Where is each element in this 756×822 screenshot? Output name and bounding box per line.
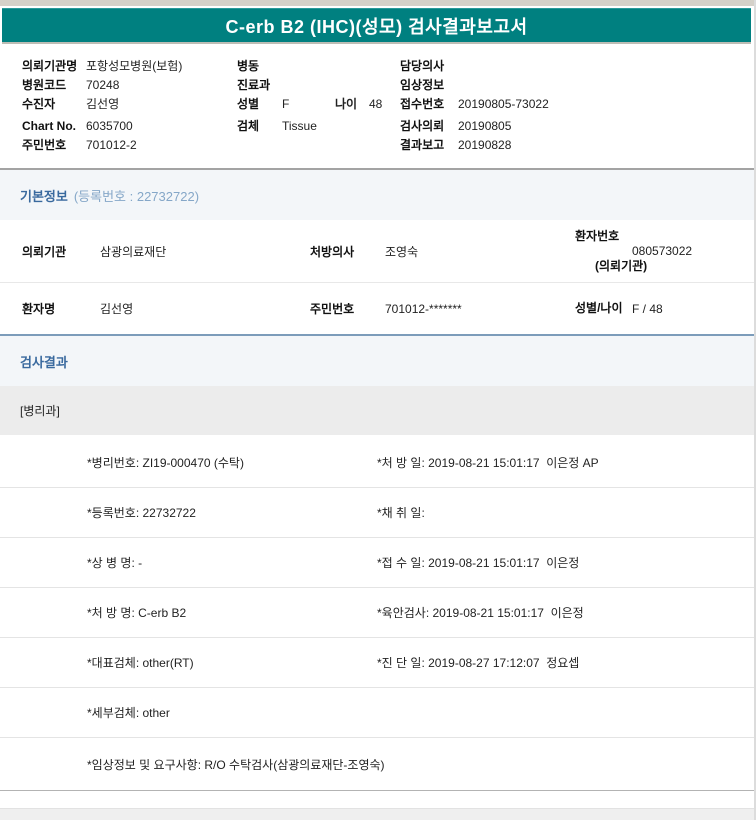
result-right: *육안검사: 2019-08-21 15:01:17 이은정 <box>377 606 584 620</box>
cell-patient-name: 환자명 김선영 <box>22 300 310 317</box>
basic-info-row-2: 환자명 김선영 주민번호 701012-******* 성별/나이 F / 48 <box>0 282 754 334</box>
header-info-column-2: 병동 진료과 성별 F 나이 48 검체 Tissue <box>237 56 400 154</box>
cell-value: 삼광의료재단 <box>100 244 167 259</box>
result-row-registration-no: *등록번호: 22732722 *채 취 일: <box>0 488 754 538</box>
bottom-spacer <box>0 791 754 808</box>
field-label: 주민번호 <box>22 138 67 152</box>
window-top-strip <box>0 0 754 8</box>
result-left: *상 병 명: - <box>87 556 143 570</box>
cell-value: F / 48 <box>632 301 663 316</box>
result-row-representative-specimen: *대표검체: other(RT) *진 단 일: 2019-08-27 17:1… <box>0 638 754 688</box>
cell-value: 조영숙 <box>385 244 419 259</box>
section-subtitle: (등록번호 : 22732722) <box>73 188 200 204</box>
cell-label: 의뢰기관 <box>22 244 67 259</box>
department-row: [병리과] <box>0 386 754 438</box>
field-ward: 병동 <box>237 56 400 75</box>
cell-patient-no: 환자번호 (의뢰기관) 080573022 <box>575 229 754 274</box>
field-label: 수진자 <box>22 97 56 111</box>
field-result-report-date: 결과보고 20190828 <box>400 135 754 154</box>
page-title: C-erb B2 (IHC)(성모) 검사결과보고서 <box>225 16 528 37</box>
cell-sex-age: 성별/나이 F / 48 <box>575 301 754 316</box>
field-label: 검체 <box>237 119 260 133</box>
field-value: 70248 <box>86 77 120 92</box>
result-left: *처 방 명: C-erb B2 <box>87 606 187 620</box>
field-value: 김선영 <box>86 97 120 111</box>
field-value: 20190828 <box>458 137 512 152</box>
field-value: 20190805 <box>458 118 512 133</box>
cell-label: 성별/나이 <box>575 301 623 315</box>
field-label: 검사의뢰 <box>400 119 445 133</box>
header-info-column-1: 의뢰기관명 포항성모병원(보험) 병원코드 70248 수진자 김선영 Char… <box>22 56 237 154</box>
patient-header-info: 의뢰기관명 포항성모병원(보험) 병원코드 70248 수진자 김선영 Char… <box>0 44 754 168</box>
result-left: *세부검체: other <box>87 706 170 720</box>
result-right: *접 수 일: 2019-08-21 15:01:17 이은정 <box>377 556 580 570</box>
field-department: 진료과 <box>237 75 400 94</box>
result-left: *등록번호: 22732722 <box>87 506 196 520</box>
field-sex-age: 성별 F 나이 48 <box>237 94 400 113</box>
result-left: *임상정보 및 요구사항: R/O 수탁검사(삼광의료재단-조영숙) <box>87 757 385 772</box>
field-requesting-org: 의뢰기관명 포항성모병원(보험) <box>22 56 237 75</box>
result-row-pathology-no: *병리번호: ZI19-000470 (수탁) *처 방 일: 2019-08-… <box>0 438 754 488</box>
field-label: Chart No. <box>22 118 76 133</box>
department-label: [병리과] <box>20 404 60 418</box>
cell-label: 처방의사 <box>310 244 355 259</box>
field-clinical-info: 임상정보 <box>400 75 754 94</box>
result-right: *채 취 일: <box>377 506 425 520</box>
result-row-prescription-name: *처 방 명: C-erb B2 *육안검사: 2019-08-21 15:01… <box>0 588 754 638</box>
cell-value: 701012-******* <box>385 301 462 316</box>
report-title-bar: C-erb B2 (IHC)(성모) 검사결과보고서 <box>2 8 751 44</box>
cell-label: 환자번호 (의뢰기관) <box>575 228 647 274</box>
footer-bar <box>0 808 754 820</box>
field-label: 나이 <box>335 97 358 111</box>
field-value: 6035700 <box>86 118 133 133</box>
field-value: 20190805-73022 <box>458 96 549 111</box>
cell-label: 주민번호 <box>310 302 355 316</box>
field-specimen: 검체 Tissue <box>237 116 400 135</box>
result-row-clinical-request: *임상정보 및 요구사항: R/O 수탁검사(삼광의료재단-조영숙) <box>0 738 754 791</box>
result-right: *처 방 일: 2019-08-21 15:01:17 이은정 AP <box>377 456 599 470</box>
field-test-request-date: 검사의뢰 20190805 <box>400 116 754 135</box>
field-label: 임상정보 <box>400 78 445 92</box>
field-value: 701012-2 <box>86 137 137 152</box>
header-info-column-3: 담당의사 임상정보 접수번호 20190805-73022 검사의뢰 20190… <box>400 56 754 154</box>
basic-info-section-header: 기본정보 (등록번호 : 22732722) <box>0 168 754 220</box>
result-rows: *병리번호: ZI19-000470 (수탁) *처 방 일: 2019-08-… <box>0 438 754 791</box>
cell-label: 환자명 <box>22 302 56 316</box>
field-label: 접수번호 <box>400 97 445 111</box>
field-label: 담당의사 <box>400 59 445 73</box>
field-label: 성별 <box>237 97 260 111</box>
field-attending-doctor: 담당의사 <box>400 56 754 75</box>
field-hospital-code: 병원코드 70248 <box>22 75 237 94</box>
cell-label-line2: (의뢰기관) <box>595 258 648 273</box>
cell-value: 080573022 <box>632 244 693 258</box>
result-left: *병리번호: ZI19-000470 (수탁) <box>87 456 244 470</box>
result-row-detail-specimen: *세부검체: other <box>0 688 754 738</box>
cell-value: 김선영 <box>100 302 134 316</box>
field-label: 의뢰기관명 <box>22 59 78 73</box>
cell-requesting-org: 의뢰기관 삼광의료재단 <box>22 243 310 260</box>
field-label: 결과보고 <box>400 138 445 152</box>
basic-info-row-1: 의뢰기관 삼광의료재단 처방의사 조영숙 환자번호 (의뢰기관) 0805730… <box>0 220 754 282</box>
field-label: 병원코드 <box>22 78 67 92</box>
field-value: F <box>282 96 290 111</box>
section-title: 검사결과 <box>20 354 68 370</box>
field-value: 48 <box>369 96 383 111</box>
field-chart-no: Chart No. 6035700 <box>22 116 237 135</box>
field-label: 진료과 <box>237 78 271 92</box>
field-label: 병동 <box>237 59 260 73</box>
cell-resident-no: 주민번호 701012-******* <box>310 300 575 317</box>
cell-prescribing-doctor: 처방의사 조영숙 <box>310 243 575 260</box>
results-section-header: 검사결과 <box>0 334 754 386</box>
field-receipt-no: 접수번호 20190805-73022 <box>400 94 754 113</box>
result-left: *대표검체: other(RT) <box>87 656 194 670</box>
result-right: *진 단 일: 2019-08-27 17:12:07 정요셉 <box>377 656 580 670</box>
cell-label-line1: 환자번호 <box>575 228 620 243</box>
result-row-disease-name: *상 병 명: - *접 수 일: 2019-08-21 15:01:17 이은… <box>0 538 754 588</box>
field-value: Tissue <box>282 118 317 133</box>
field-resident-no: 주민번호 701012-2 <box>22 135 237 154</box>
field-value: 포항성모병원(보험) <box>86 59 183 73</box>
report-page: C-erb B2 (IHC)(성모) 검사결과보고서 의뢰기관명 포항성모병원(… <box>0 0 754 820</box>
section-title: 기본정보 <box>20 188 68 204</box>
field-examinee: 수진자 김선영 <box>22 94 237 113</box>
